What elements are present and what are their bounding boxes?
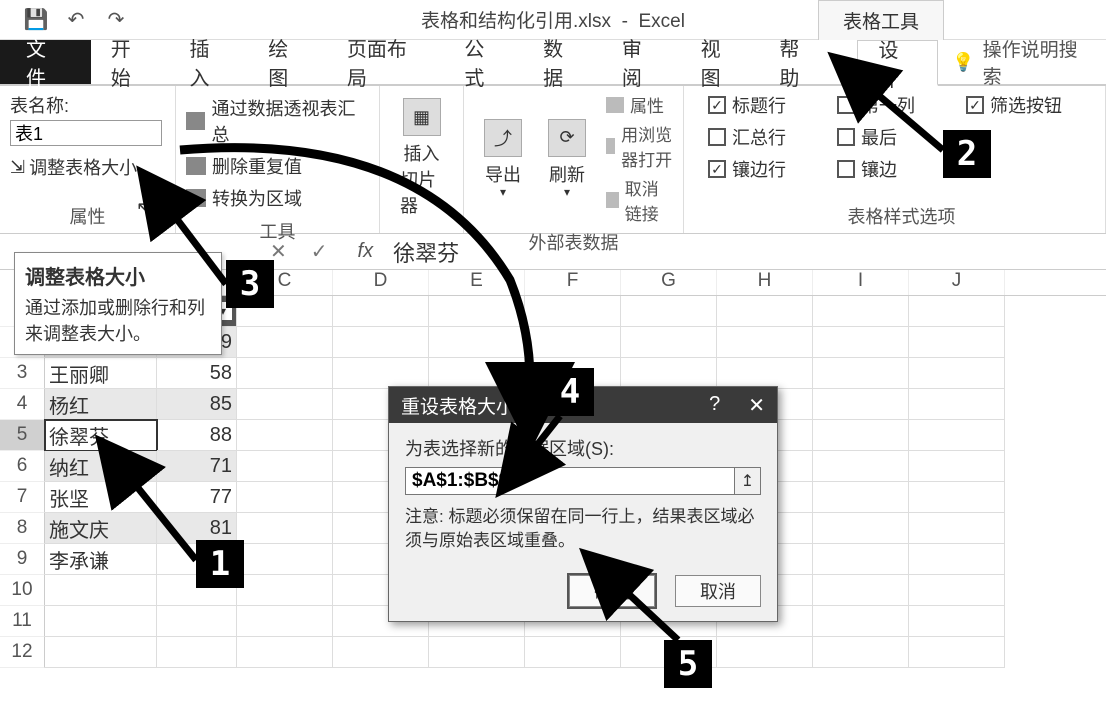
callout-1: 1 [196, 540, 244, 588]
callout-5: 5 [664, 640, 712, 688]
callout-3: 3 [226, 260, 274, 308]
callout-4: 4 [546, 368, 594, 416]
callout-2: 2 [943, 130, 991, 178]
